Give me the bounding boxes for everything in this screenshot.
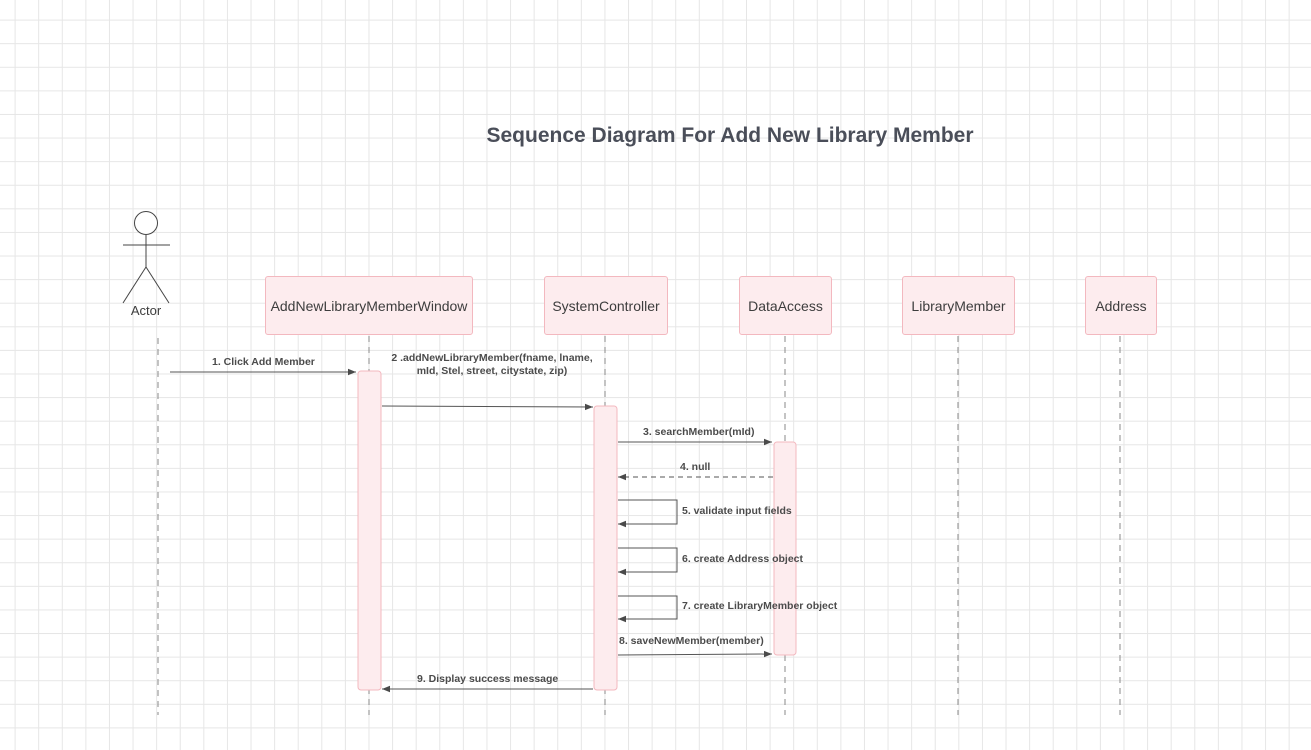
dataaccess-activation-bar — [773, 441, 797, 656]
message-2-label: 2 .addNewLibraryMember(fname, lname, mId… — [391, 352, 593, 377]
message-6-label: 6. create Address object — [682, 553, 803, 565]
actor-label: Actor — [130, 303, 162, 318]
message-4-label: 4. null — [680, 461, 711, 473]
message-1-label: 1. Click Add Member — [212, 356, 315, 368]
message-5-self-arrow — [618, 499, 678, 528]
message-7-self-arrow — [618, 595, 678, 623]
lifeline-dataaccess-box[interactable]: DataAccess — [739, 276, 832, 335]
message-3-label: 3. searchMember(mId) — [643, 426, 755, 438]
message-5-label: 5. validate input fields — [682, 505, 792, 517]
lifeline-window-box[interactable]: AddNewLibraryMemberWindow — [265, 276, 473, 335]
lifeline-controller-box[interactable]: SystemController — [544, 276, 668, 335]
message-8-label: 8. saveNewMember(member) — [619, 635, 764, 647]
window-activation-bar — [357, 370, 382, 691]
message-2-arrow — [381, 403, 594, 411]
message-6-self-arrow — [618, 547, 678, 576]
message-7-label: 7. create LibraryMember object — [682, 600, 838, 612]
controller-activation-bar — [593, 405, 618, 691]
message-8-arrow — [617, 650, 773, 658]
actor-stick-figure-icon — [122, 211, 170, 304]
diagram-title: Sequence Diagram For Add New Library Mem… — [486, 124, 974, 147]
message-9-label: 9. Display success message — [417, 673, 559, 685]
lifeline-address-box[interactable]: Address — [1085, 276, 1157, 335]
lifeline-librarymember-box[interactable]: LibraryMember — [902, 276, 1015, 335]
